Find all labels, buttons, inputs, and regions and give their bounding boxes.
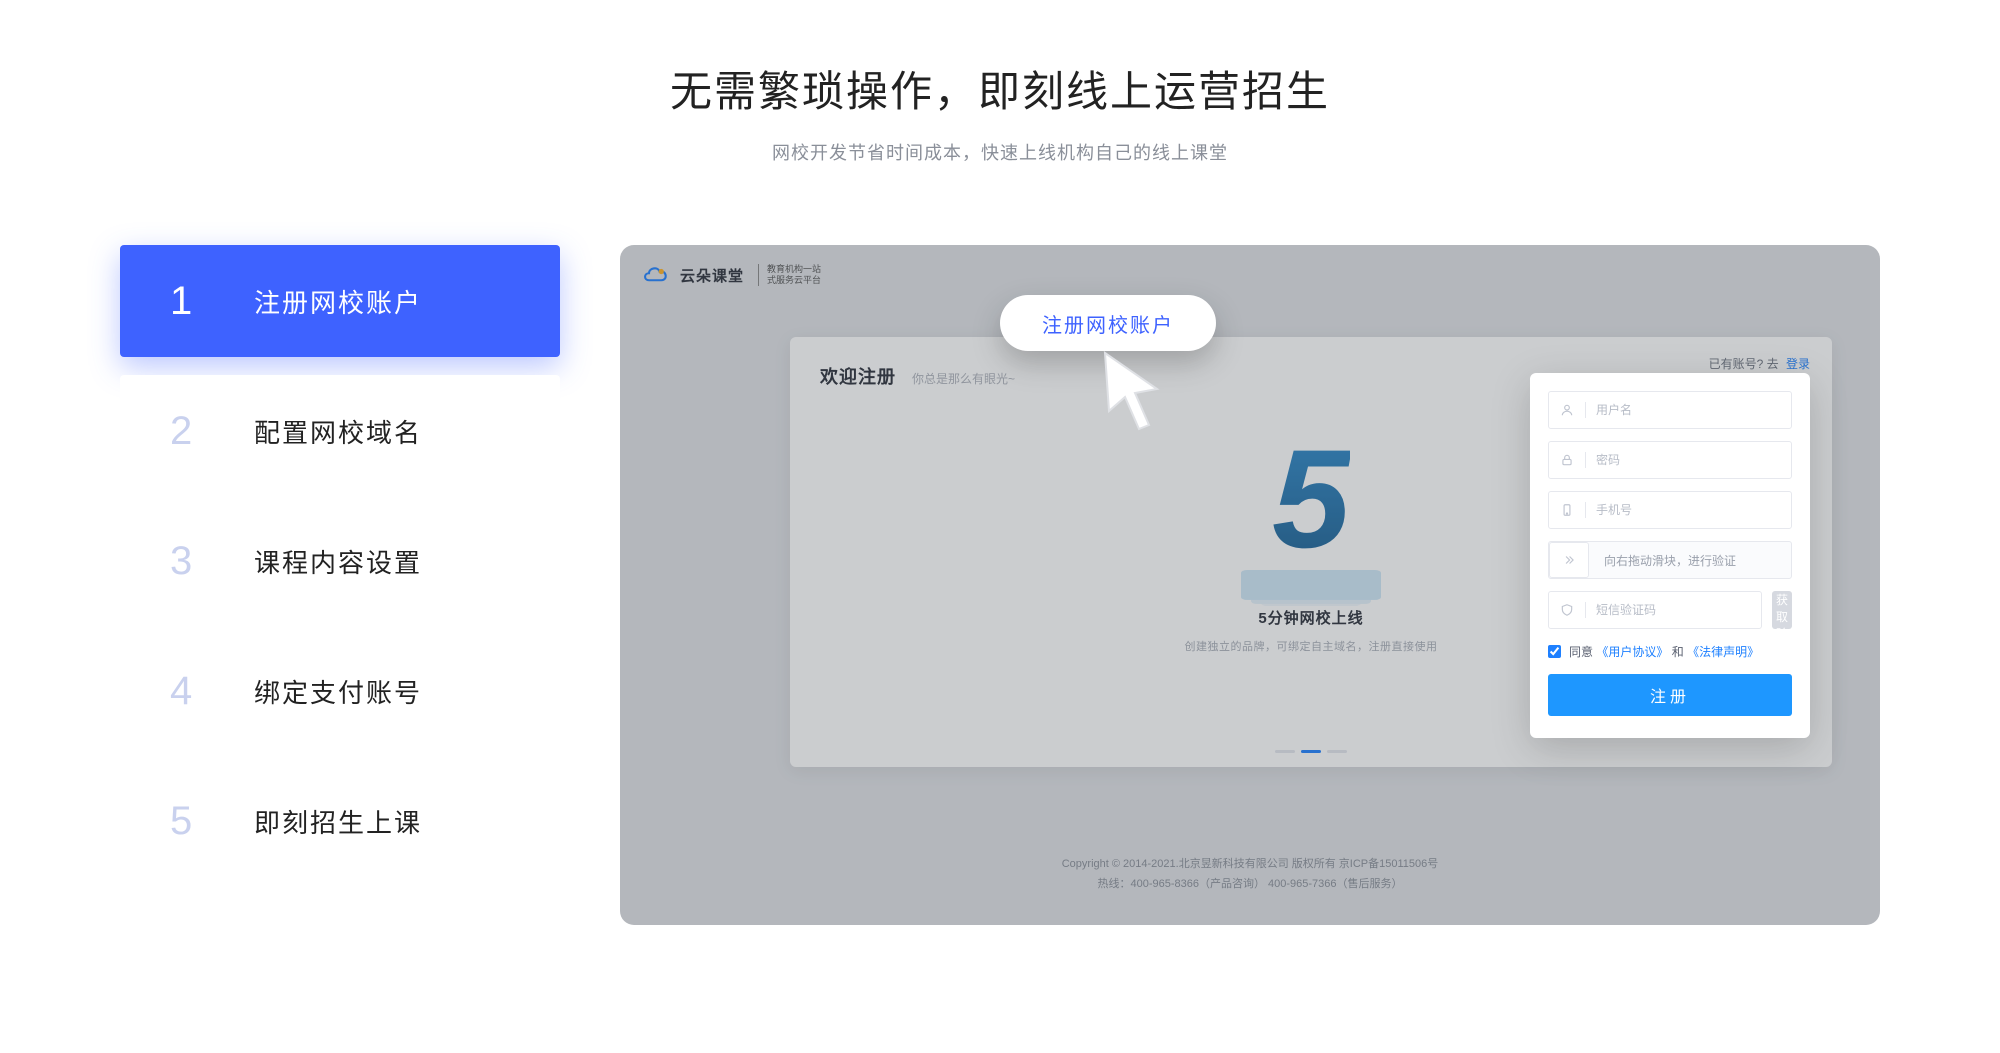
password-input[interactable] (1596, 453, 1781, 467)
agree-checkbox[interactable] (1548, 645, 1561, 658)
register-form: 向右拖动滑块，进行验证 获取验证码 同意 《用户协议》 和 《法律声明》 (1530, 373, 1810, 738)
slider-handle[interactable] (1549, 542, 1589, 578)
brand-tagline: 教育机构一站式服务云平台 (758, 264, 821, 286)
cursor-arrow-icon (1095, 345, 1165, 435)
carousel-dots[interactable] (1275, 750, 1347, 753)
double-arrow-icon (1561, 552, 1577, 568)
step-label: 即刻招生上课 (254, 803, 422, 840)
step-number: 3 (170, 539, 230, 584)
legal-statement-link[interactable]: 《法律声明》 (1687, 645, 1759, 659)
preview-brand: 云朵课堂 教育机构一站式服务云平台 (642, 263, 821, 287)
username-field[interactable] (1548, 391, 1792, 429)
phone-input[interactable] (1596, 503, 1781, 517)
step-3[interactable]: 3 课程内容设置 (120, 505, 560, 617)
username-input[interactable] (1596, 403, 1781, 417)
step-label: 绑定支付账号 (254, 673, 422, 710)
brand-name: 云朵课堂 (680, 265, 744, 286)
phone-icon (1559, 502, 1575, 518)
phone-field[interactable] (1548, 491, 1792, 529)
preview-footer: Copyright © 2014-2021.北京昱新科技有限公司 版权所有 京I… (620, 855, 1880, 895)
tip-pill: 注册网校账户 (1000, 295, 1216, 351)
step-2[interactable]: 2 配置网校域名 (120, 375, 560, 487)
register-button[interactable]: 注册 (1548, 674, 1792, 716)
step-4[interactable]: 4 绑定支付账号 (120, 635, 560, 747)
step-1[interactable]: 1 注册网校账户 (120, 245, 560, 357)
preview-panel: 云朵课堂 教育机构一站式服务云平台 欢迎注册 你总是那么有眼光~ 已有账号? 去… (620, 245, 1880, 925)
user-agreement-link[interactable]: 《用户协议》 (1596, 645, 1668, 659)
user-icon (1559, 402, 1575, 418)
step-label: 配置网校域名 (254, 413, 422, 450)
hero-subtitle: 网校开发节省时间成本，快速上线机构自己的线上课堂 (0, 139, 2000, 165)
step-5[interactable]: 5 即刻招生上课 (120, 765, 560, 877)
lock-icon (1559, 452, 1575, 468)
step-label: 注册网校账户 (254, 283, 422, 320)
step-number: 5 (170, 799, 230, 844)
big-five: 5 (1272, 429, 1350, 569)
cloud-logo-icon (642, 263, 670, 287)
step-number: 4 (170, 669, 230, 714)
slider-text: 向右拖动滑块，进行验证 (1604, 552, 1736, 569)
password-field[interactable] (1548, 441, 1792, 479)
step-number: 1 (170, 279, 230, 324)
step-list: 1 注册网校账户 2 配置网校域名 3 课程内容设置 4 绑定支付账号 5 即刻… (120, 245, 560, 925)
welcome-slogan: 你总是那么有眼光~ (912, 370, 1015, 387)
have-account: 已有账号? 去 登录 (1709, 355, 1810, 372)
welcome-title: 欢迎注册 (820, 363, 896, 389)
stack-illustration (1241, 555, 1381, 589)
get-code-button[interactable]: 获取验证码 (1772, 591, 1792, 629)
step-label: 课程内容设置 (254, 543, 422, 580)
hero-title: 无需繁琐操作，即刻线上运营招生 (0, 58, 2000, 119)
captcha-slider[interactable]: 向右拖动滑块，进行验证 (1548, 541, 1792, 579)
step-number: 2 (170, 409, 230, 454)
shield-icon (1559, 602, 1575, 618)
login-link[interactable]: 登录 (1786, 357, 1810, 371)
sms-code-input[interactable] (1596, 603, 1751, 617)
agree-row[interactable]: 同意 《用户协议》 和 《法律声明》 (1548, 643, 1792, 660)
sms-code-field[interactable] (1548, 591, 1762, 629)
